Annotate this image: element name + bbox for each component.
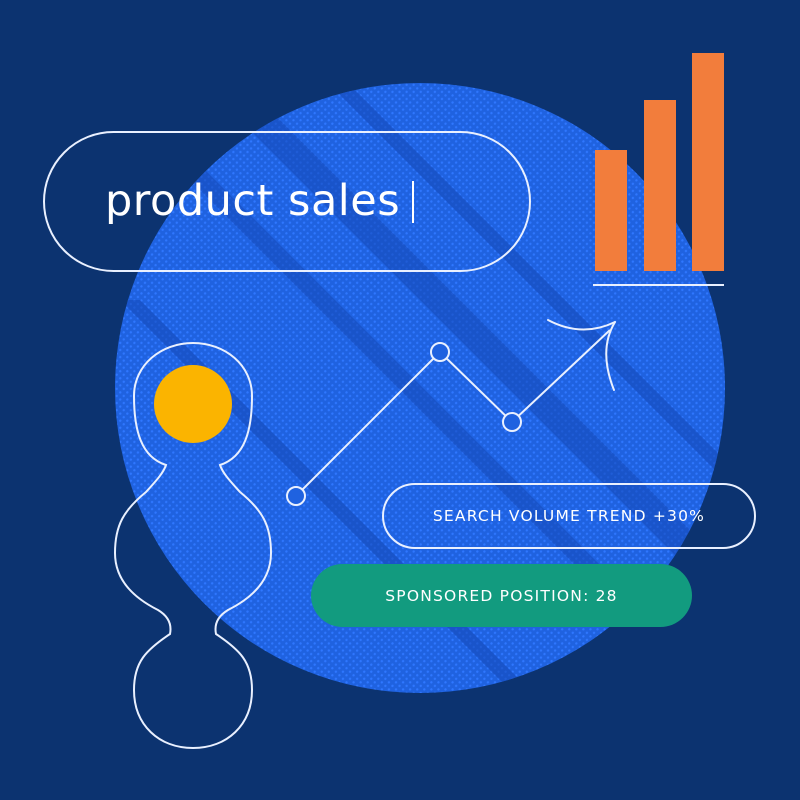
illustration: product sales SEARCH VOLUME TREND +30% S… <box>0 0 800 800</box>
sponsored-position-label: SPONSORED POSITION: 28 <box>385 586 618 605</box>
bar-short <box>595 150 627 271</box>
trend-node <box>286 486 306 506</box>
yellow-dot <box>154 365 232 443</box>
search-text: product sales <box>105 176 401 226</box>
bar-medium <box>644 100 676 271</box>
bar-chart-icon <box>593 53 724 286</box>
trend-node <box>502 412 522 432</box>
bar-tall <box>692 53 724 271</box>
trend-node <box>430 342 450 362</box>
sponsored-position-badge: SPONSORED POSITION: 28 <box>311 564 692 627</box>
text-caret <box>412 180 415 223</box>
illustration-art <box>113 53 725 750</box>
search-volume-label: SEARCH VOLUME TREND +30% <box>432 507 706 525</box>
search-pill: product sales <box>43 131 531 272</box>
search-volume-badge: SEARCH VOLUME TREND +30% <box>382 483 756 549</box>
